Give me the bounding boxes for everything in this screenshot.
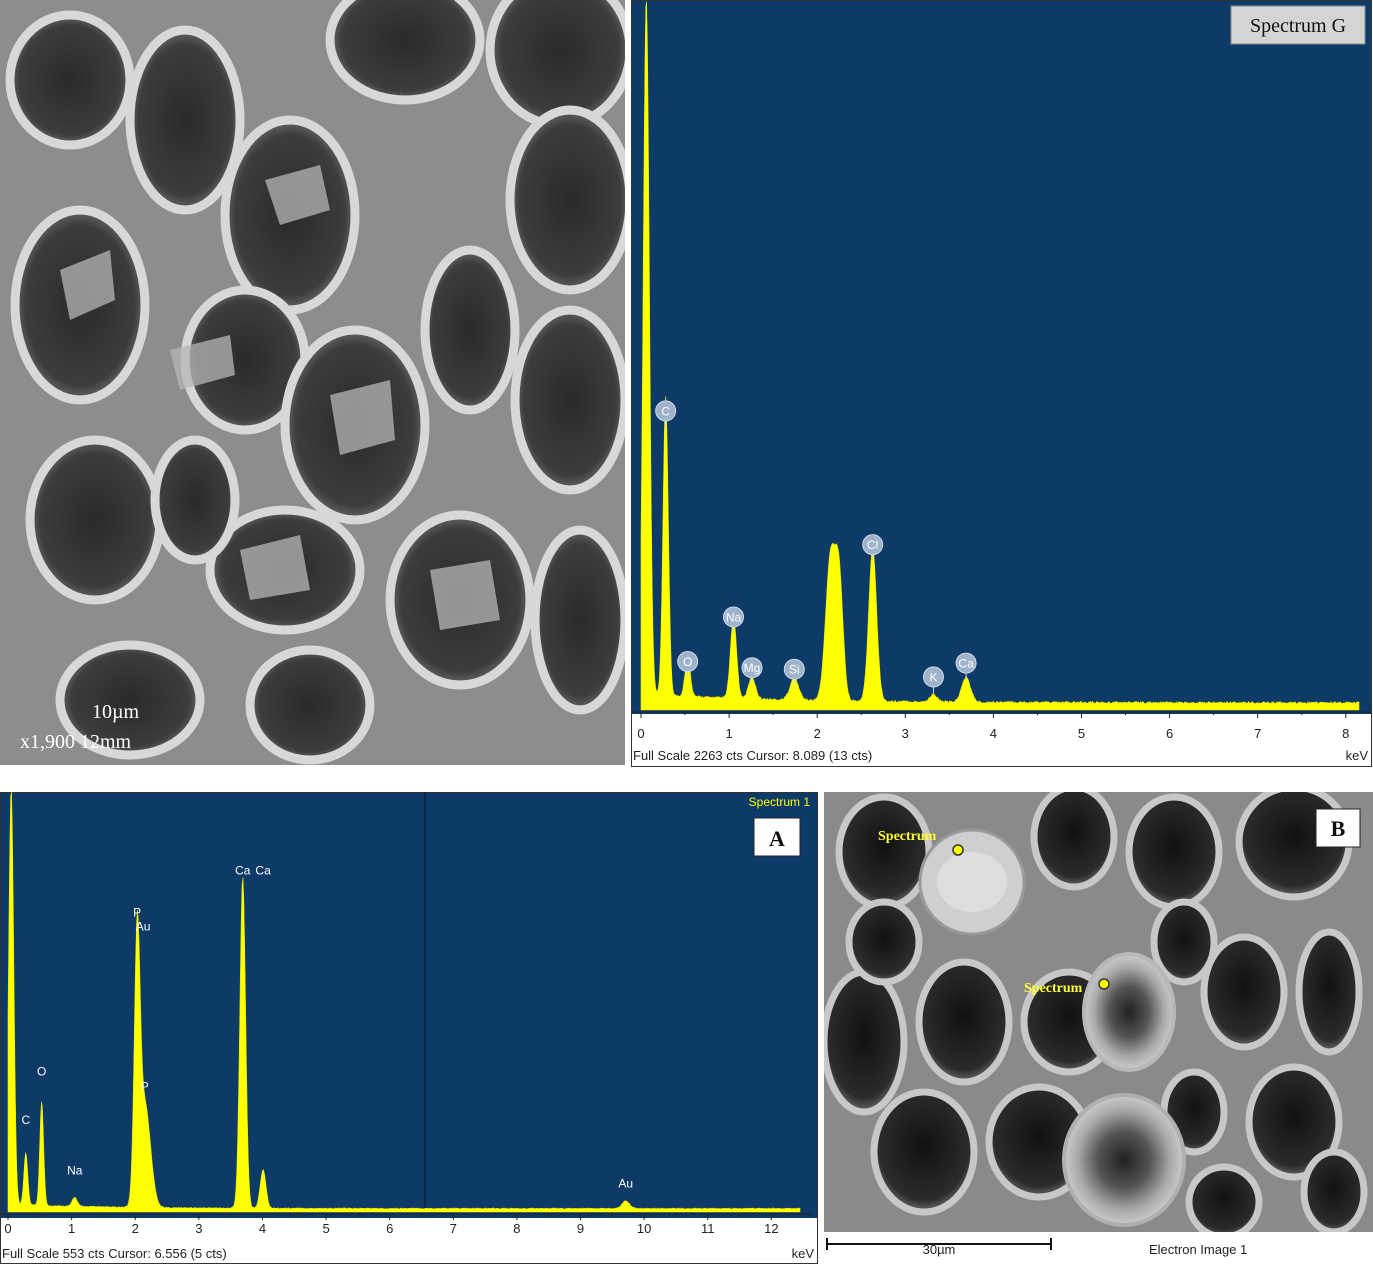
x-tick-label: 2	[814, 726, 821, 741]
x-axis-unit: keV	[1346, 748, 1369, 763]
panel-letter-text: A	[769, 826, 785, 851]
x-tick-label: 1	[725, 726, 732, 741]
x-tick-label: 11	[701, 1221, 715, 1236]
x-tick-label: 4	[990, 726, 997, 741]
image-title: Electron Image 1	[1149, 1242, 1247, 1257]
panel-letter-text: B	[1331, 816, 1346, 841]
x-tick-label: 9	[577, 1221, 584, 1236]
x-tick-label: 0	[4, 1221, 11, 1236]
x-tick-label: 1	[68, 1221, 75, 1236]
sem-image-bottom: Spectrum Spectrum B 30µm Electron Image …	[824, 792, 1373, 1265]
sun-marker-icon	[1098, 978, 1110, 990]
x-tick-label: 12	[764, 1221, 778, 1236]
peak-label: K	[929, 670, 937, 684]
peak-label: P	[141, 1080, 149, 1094]
spectrum-1-panel: Spectrum 1 A 0 1 2 3 4 5 6 7 8 9 10 11 12 C O Na P Au P Ca…	[0, 792, 818, 1265]
spectrum-title: Spectrum 1	[749, 795, 811, 809]
x-tick-label: 7	[1254, 726, 1261, 741]
x-tick-label: 3	[195, 1221, 202, 1236]
peak-label: Ca	[255, 863, 271, 877]
magnification-label: x1,900 12mm	[20, 731, 132, 753]
peak-label: Na	[67, 1164, 83, 1178]
peak-label: Mg	[744, 661, 761, 675]
plot-area	[631, 0, 1371, 714]
spectrum-g-chart: Spectrum G 0 1 2 3 4 5 6 7 8 C O Na Mg Si Cl K Ca Full …	[631, 0, 1373, 768]
scale-label: 30µm	[923, 1242, 956, 1257]
panel-letter-b: B	[1315, 808, 1361, 848]
panel-letter-a: A	[753, 817, 801, 857]
x-tick-label: 4	[259, 1221, 266, 1236]
x-tick-label: 8	[513, 1221, 520, 1236]
spectrum-title: Spectrum G	[1250, 15, 1346, 37]
x-tick-label: 6	[386, 1221, 393, 1236]
x-tick-label: 0	[637, 726, 644, 741]
spectrum-marker-label: Spectrum	[878, 829, 937, 844]
peak-label: Cl	[867, 538, 878, 552]
spectrum-g-panel: Spectrum G 0 1 2 3 4 5 6 7 8 C O Na Mg Si Cl K Ca Full …	[631, 0, 1373, 768]
particle-3	[1062, 1093, 1186, 1227]
x-tick-label: 6	[1166, 726, 1173, 741]
x-tick-label: 8	[1342, 726, 1349, 741]
sem-image-top: 10µm x1,900 12mm	[0, 0, 625, 765]
peak-label: Au	[136, 919, 151, 933]
peak-label: C	[661, 404, 670, 418]
x-tick-label: 10	[637, 1221, 651, 1236]
peak-label: P	[133, 905, 141, 919]
x-tick-label: 2	[132, 1221, 139, 1236]
plot-area	[0, 792, 818, 1218]
peak-label: Ca	[235, 863, 251, 877]
spectrum-1-chart: Spectrum 1 A 0 1 2 3 4 5 6 7 8 9 10 11 12 CONaPAuPCa…	[0, 792, 818, 1265]
footer-text: Full Scale 2263 cts Cursor: 8.089 (13 ct…	[633, 748, 872, 763]
x-tick-label: 5	[1078, 726, 1085, 741]
x-tick-label: 7	[450, 1221, 457, 1236]
x-tick-label: 5	[322, 1221, 329, 1236]
peak-label: Na	[726, 610, 742, 624]
particle-2	[1082, 952, 1176, 1072]
spectrum-title-box: Spectrum G	[1230, 5, 1366, 45]
spectrum-marker-label: Spectrum	[1024, 981, 1083, 996]
peak-label: O	[683, 655, 692, 669]
peak-label: Si	[789, 663, 800, 677]
x-axis-unit: keV	[792, 1246, 815, 1261]
footer-text: Full Scale 553 cts Cursor: 6.556 (5 cts)	[2, 1246, 227, 1261]
peak-label: O	[37, 1065, 46, 1079]
sun-marker-icon	[952, 844, 964, 856]
scale-label: 10µm	[92, 701, 140, 723]
peak-label: Ca	[958, 657, 974, 671]
peak-label: C	[21, 1113, 30, 1127]
peak-label: Au	[618, 1176, 633, 1190]
x-tick-label: 3	[902, 726, 909, 741]
